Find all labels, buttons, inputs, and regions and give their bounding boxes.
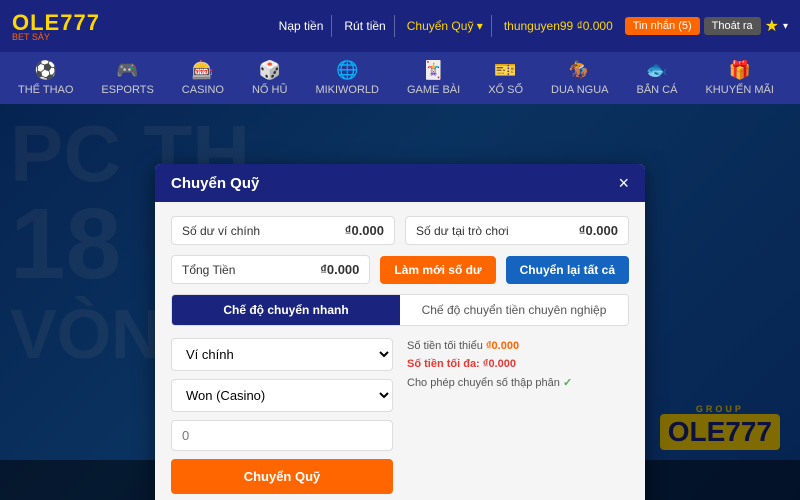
star-icon[interactable]: ★ [765,16,779,36]
logout-button[interactable]: Thoát ra [704,17,761,35]
modal-body: Số dư ví chính ₫0.000 Số dư tại trò chơi… [155,202,645,500]
checkmark-icon: ✓ [563,377,572,389]
chevron-down-icon: ▾ [477,19,483,33]
sidebar-item-xo-so[interactable]: 🎫 XỔ SỐ [474,54,537,102]
mode-chuyen-nghiep-button[interactable]: Chế độ chuyển tiền chuyên nghiệp [400,295,628,325]
lam-moi-button[interactable]: Làm mới số dư [380,256,495,284]
the-thao-icon: ⚽ [35,60,57,81]
sidebar-item-esports[interactable]: 🎮 ESPORTS [87,54,167,102]
chuyen-quy-button[interactable]: Chuyển Quỹ [171,459,393,494]
total-row: Tổng Tiền ₫0.000 Làm mới số dư Chuyển lạ… [171,255,629,284]
transfer-form: Ví chính Won (Casino) Chuyển Quỹ Chuyển … [171,338,629,500]
sidebar-item-khuyen-mai[interactable]: 🎁 KHUYẾN MÃI [691,54,787,102]
xo-so-icon: 🎫 [494,60,516,81]
sidebar-item-mikiworld[interactable]: 🌐 MIKIWORLD [301,54,393,102]
balance-row: Số dư ví chính ₫0.000 Số dư tại trò chơi… [171,216,629,245]
sidebar-item-dua-ngua[interactable]: 🏇 DUA NGUA [537,54,622,102]
form-right-col: Số tiền tối thiểu ₫0.000 Số tiền tối đa:… [407,338,629,500]
tong-tien-box: Tổng Tiền ₫0.000 [171,255,370,284]
sidebar-item-no-hu[interactable]: 🎲 NỔ HŨ [238,54,301,102]
balance-chinh-box: Số dư ví chính ₫0.000 [171,216,395,245]
esports-icon: 🎮 [116,60,138,81]
sidebar-item-casino[interactable]: 🎰 CASINO [168,54,238,102]
amount-input[interactable] [171,420,393,451]
sidebar-item-ban-ca[interactable]: 🐟 BẮN CÁ [623,54,692,102]
messages-button[interactable]: Tin nhắn (5) [625,17,700,35]
logo: OLE777 BET SÀY [12,10,100,42]
nap-tien-link[interactable]: Nạp tiền [271,15,333,37]
header-nav: Nạp tiền Rút tiền Chuyển Quỹ ▾ thunguyen… [271,15,788,37]
sidebar-item-game-bai[interactable]: 🃏 GAME BÀI [393,54,474,102]
sidebar-item-the-thao[interactable]: ⚽ THỂ THAO [4,54,87,102]
mode-selector: Chế độ chuyển nhanh Chế độ chuyển tiền c… [171,294,629,326]
max-amount-text: Số tiền tối đa: ₫0.000 [407,358,629,370]
casino-icon: 🎰 [192,60,214,81]
mikiworld-icon: 🌐 [336,60,358,81]
no-hu-icon: 🎲 [259,60,281,81]
nav-bar: ⚽ THỂ THAO 🎮 ESPORTS 🎰 CASINO 🎲 NỔ HŨ 🌐 … [0,52,800,104]
user-chevron-icon[interactable]: ▾ [783,21,788,32]
chuyen-quy-modal: Chuyển Quỹ × Số dư ví chính ₫0.000 Số dư… [155,164,645,500]
ban-ca-icon: 🐟 [646,60,668,81]
balance-tro-choi-box: Số dư tại trò chơi ₫0.000 [405,216,629,245]
modal-overlay: Chuyển Quỹ × Số dư ví chính ₫0.000 Số dư… [0,104,800,500]
decimal-text: Cho phép chuyển số thập phân ✓ [407,376,629,389]
close-icon[interactable]: × [618,174,629,192]
dua-ngua-icon: 🏇 [569,60,591,81]
chuyen-lai-button[interactable]: Chuyển lại tất cả [506,256,629,284]
chuyen-quy-link[interactable]: Chuyển Quỹ ▾ [399,15,492,37]
game-dropdown[interactable]: Won (Casino) [171,379,393,412]
game-bai-icon: 🃏 [422,60,444,81]
vi-dropdown[interactable]: Ví chính [171,338,393,371]
background-area: PC TH 18 VÒNG GROUP OLE777 Chuyển Quỹ × [0,104,800,500]
min-amount-text: Số tiền tối thiểu ₫0.000 [407,340,629,352]
mode-nhanh-button[interactable]: Chế độ chuyển nhanh [172,295,400,325]
user-balance: thunguyen99 ₫0.000 [496,17,621,35]
khuyen-mai-icon: 🎁 [728,60,750,81]
header: OLE777 BET SÀY Nạp tiền Rút tiền Chuyển … [0,0,800,52]
modal-title: Chuyển Quỹ [171,175,259,192]
form-left-col: Ví chính Won (Casino) Chuyển Quỹ Chuyển … [171,338,393,500]
rut-tien-link[interactable]: Rút tiền [336,15,394,37]
modal-header: Chuyển Quỹ × [155,164,645,202]
